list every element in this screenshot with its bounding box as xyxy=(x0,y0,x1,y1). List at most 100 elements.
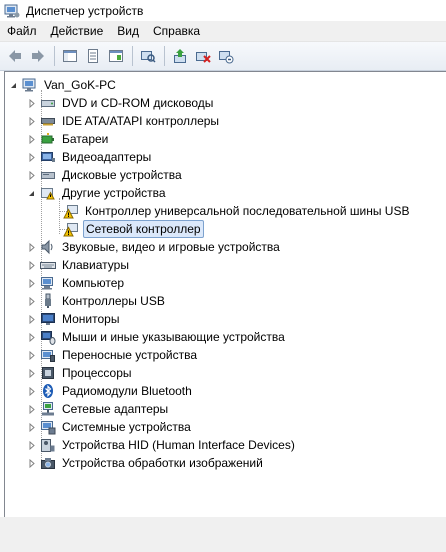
collapsed-arrow-icon[interactable] xyxy=(27,404,36,414)
tree-category-label: Мыши и иные указывающие устройства xyxy=(62,330,285,344)
tree-category[interactable]: Системные устройства xyxy=(27,418,193,436)
keyboard-icon xyxy=(40,257,56,273)
collapsed-arrow-icon[interactable] xyxy=(27,260,36,270)
tree-category[interactable]: Компьютер xyxy=(27,274,126,292)
tree-category-label: DVD и CD-ROM дисководы xyxy=(62,96,214,110)
tree-category[interactable]: Звуковые, видео и игровые устройства xyxy=(27,238,282,256)
collapsed-arrow-icon[interactable] xyxy=(27,368,36,378)
tree-category[interactable]: Дисковые устройства xyxy=(27,166,184,184)
tree-category-label: Сетевые адаптеры xyxy=(62,402,169,416)
processor-icon xyxy=(40,365,56,381)
menu-view[interactable]: Вид xyxy=(110,22,146,41)
computer-icon xyxy=(22,77,38,93)
collapsed-arrow-icon[interactable] xyxy=(27,116,36,126)
device-manager-window: Диспетчер устройств Файл Действие Вид Сп… xyxy=(0,0,446,552)
tree-category[interactable]: Батареи xyxy=(27,130,110,148)
tree-category[interactable]: Контроллеры USB xyxy=(27,292,167,310)
title-bar: Диспетчер устройств xyxy=(0,0,446,21)
uninstall-icon[interactable] xyxy=(192,45,214,67)
tree-category-label: Клавиатуры xyxy=(62,258,129,272)
imaging-device-icon xyxy=(40,455,56,471)
usb-icon xyxy=(40,293,56,309)
help-icon[interactable] xyxy=(105,45,127,67)
tree-category[interactable]: Устройства обработки изображений xyxy=(27,454,265,472)
collapsed-arrow-icon[interactable] xyxy=(27,278,36,288)
tree-category[interactable]: Радиомодули Bluetooth xyxy=(27,382,194,400)
scan-hardware-icon[interactable] xyxy=(137,45,159,67)
window-title: Диспетчер устройств xyxy=(26,3,144,18)
collapsed-arrow-icon[interactable] xyxy=(27,422,36,432)
unknown-device-icon xyxy=(40,185,56,201)
tree-category[interactable]: Переносные устройства xyxy=(27,346,199,364)
warning-device-icon xyxy=(63,221,79,237)
toolbar-separator xyxy=(54,46,55,66)
tree-device-label: Сетевой контроллер xyxy=(83,220,204,238)
tree-root[interactable]: Van_GoK-PC xyxy=(9,76,118,94)
display-adapter-icon xyxy=(40,149,56,165)
dvd-drive-icon xyxy=(40,95,56,111)
collapsed-arrow-icon[interactable] xyxy=(27,170,36,180)
expanded-arrow-icon[interactable] xyxy=(9,81,18,90)
tree-category[interactable]: Видеоадаптеры xyxy=(27,148,153,166)
mouse-icon xyxy=(40,329,56,345)
tree-category[interactable]: Мониторы xyxy=(27,310,121,328)
device-tree[interactable]: Van_GoK-PC DVD и CD-ROM дисководы IDE ATA… xyxy=(4,71,446,517)
expanded-arrow-icon[interactable] xyxy=(27,189,36,198)
menu-action[interactable]: Действие xyxy=(44,22,111,41)
toolbar-separator xyxy=(132,46,133,66)
tree-device-label: Контроллер универсальной последовательно… xyxy=(85,204,410,218)
system-device-icon xyxy=(40,419,56,435)
disable-icon[interactable] xyxy=(215,45,237,67)
collapsed-arrow-icon[interactable] xyxy=(27,296,36,306)
update-driver-icon[interactable] xyxy=(169,45,191,67)
collapsed-arrow-icon[interactable] xyxy=(27,458,36,468)
collapsed-arrow-icon[interactable] xyxy=(27,332,36,342)
tree-category[interactable]: Мыши и иные указывающие устройства xyxy=(27,328,287,346)
collapsed-arrow-icon[interactable] xyxy=(27,440,36,450)
collapsed-arrow-icon[interactable] xyxy=(27,314,36,324)
collapsed-arrow-icon[interactable] xyxy=(27,242,36,252)
device-manager-icon xyxy=(4,3,20,19)
network-adapter-icon xyxy=(40,401,56,417)
collapsed-arrow-icon[interactable] xyxy=(27,152,36,162)
collapsed-arrow-icon[interactable] xyxy=(27,386,36,396)
tree-category[interactable]: Устройства HID (Human Interface Devices) xyxy=(27,436,297,454)
properties-icon[interactable] xyxy=(82,45,104,67)
tree-category-label: Контроллеры USB xyxy=(62,294,165,308)
menu-bar: Файл Действие Вид Справка xyxy=(0,21,446,42)
tree-category[interactable]: Сетевые адаптеры xyxy=(27,400,170,418)
portable-device-icon xyxy=(40,347,56,363)
forward-arrow-icon[interactable] xyxy=(27,45,49,67)
toolbar-separator xyxy=(164,46,165,66)
tree-device-selected[interactable]: Сетевой контроллер xyxy=(63,220,204,238)
disk-drive-icon xyxy=(40,167,56,183)
tree-category[interactable]: IDE ATA/ATAPI контроллеры xyxy=(27,112,221,130)
battery-icon xyxy=(40,131,56,147)
tree-category-label: Устройства HID (Human Interface Devices) xyxy=(62,438,295,452)
tree-category[interactable]: Процессоры xyxy=(27,364,134,382)
collapsed-arrow-icon[interactable] xyxy=(27,350,36,360)
bluetooth-icon xyxy=(40,383,56,399)
menu-help[interactable]: Справка xyxy=(146,22,207,41)
tree-category-label: Другие устройства xyxy=(62,186,166,200)
tree-category-label: Батареи xyxy=(62,132,109,146)
collapsed-arrow-icon[interactable] xyxy=(27,98,36,108)
tree-root-label: Van_GoK-PC xyxy=(44,78,116,92)
ide-controller-icon xyxy=(40,113,56,129)
monitor-icon xyxy=(40,311,56,327)
menu-file[interactable]: Файл xyxy=(0,22,44,41)
tree-category-label: Видеоадаптеры xyxy=(62,150,152,164)
tree-category-label: Радиомодули Bluetooth xyxy=(62,384,192,398)
tree-category[interactable]: DVD и CD-ROM дисководы xyxy=(27,94,215,112)
toolbar xyxy=(0,42,446,71)
tree-category-label: IDE ATA/ATAPI контроллеры xyxy=(62,114,220,128)
back-arrow-icon[interactable] xyxy=(4,45,26,67)
show-hide-console-tree-icon[interactable] xyxy=(59,45,81,67)
speaker-icon xyxy=(40,239,56,255)
warning-device-icon xyxy=(63,203,79,219)
collapsed-arrow-icon[interactable] xyxy=(27,134,36,144)
tree-category[interactable]: Клавиатуры xyxy=(27,256,131,274)
tree-category[interactable]: Другие устройства xyxy=(27,184,168,202)
tree-device[interactable]: Контроллер универсальной последовательно… xyxy=(63,202,411,220)
status-area xyxy=(0,517,446,552)
